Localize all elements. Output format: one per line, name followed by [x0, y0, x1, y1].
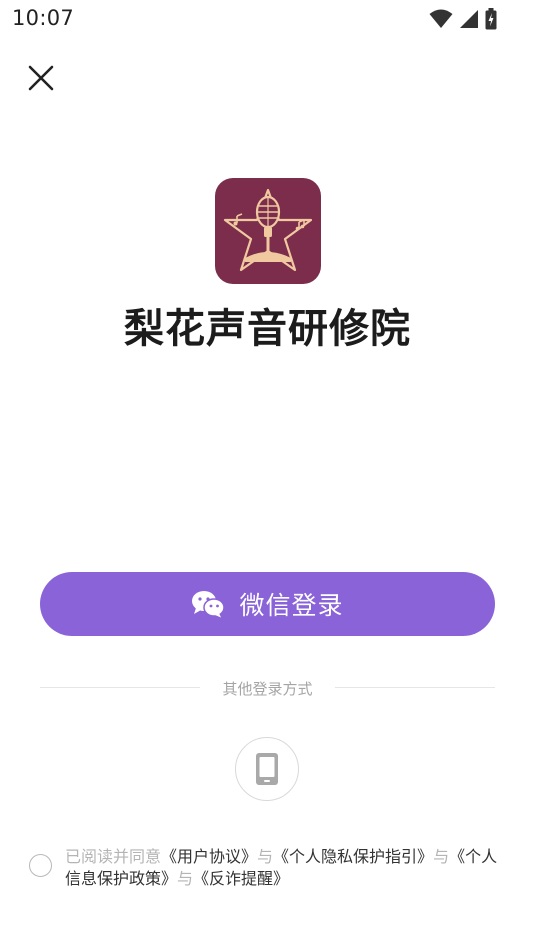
battery-icon: [485, 8, 497, 30]
microphone-logo-icon: [223, 188, 313, 272]
wechat-login-button[interactable]: 微信登录: [40, 572, 495, 636]
login-screen: 10:07 梨花声音研修院 微信登录 其他登录方式 已阅读并同意《用户协议》与《…: [0, 0, 535, 951]
other-login-label: 其他登录方式: [222, 680, 313, 698]
divider-line-right: [335, 687, 495, 688]
agreement-separator: 与: [257, 847, 274, 866]
phone-icon: [256, 753, 278, 785]
user-agreement-link[interactable]: 《用户协议》: [161, 847, 257, 866]
wifi-icon: [429, 9, 453, 28]
status-icons: [429, 8, 497, 30]
app-name: 梨花声音研修院: [124, 305, 411, 352]
phone-login-button[interactable]: [235, 737, 299, 801]
status-time: 10:07: [12, 6, 75, 30]
agreement-checkbox[interactable]: [29, 854, 52, 877]
agreement-prefix: 已阅读并同意: [65, 847, 162, 866]
close-button[interactable]: [26, 63, 56, 93]
other-login-divider: 其他登录方式: [40, 676, 495, 700]
app-logo: [215, 178, 321, 284]
wechat-icon: [192, 591, 226, 618]
agreement-separator: 与: [177, 869, 194, 888]
anti-fraud-link[interactable]: 《反诈提醒》: [193, 869, 289, 888]
close-icon: [28, 65, 54, 91]
status-bar: 10:07: [0, 0, 535, 38]
wechat-login-label: 微信登录: [239, 591, 344, 620]
signal-icon: [460, 10, 478, 28]
agreement-separator: 与: [433, 847, 450, 866]
agreement-text: 已阅读并同意《用户协议》与《个人隐私保护指引》与《个人信息保护政策》与《反诈提醒…: [65, 846, 505, 890]
privacy-guide-link[interactable]: 《个人隐私保护指引》: [273, 847, 433, 866]
